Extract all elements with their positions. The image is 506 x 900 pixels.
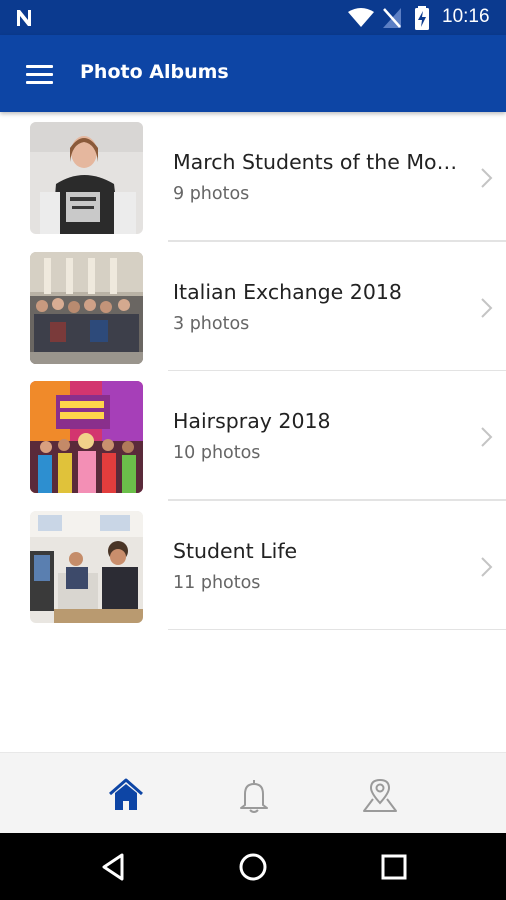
map-pin-icon <box>363 778 397 812</box>
album-row-march-students[interactable]: March Students of the Mo… 9 photos <box>0 112 506 242</box>
chevron-right-icon <box>481 556 493 577</box>
notification-n-icon <box>17 10 31 26</box>
nav-home[interactable] <box>106 775 146 815</box>
album-title: Student Life <box>173 538 298 563</box>
album-thumbnail <box>30 510 143 623</box>
menu-icon[interactable] <box>22 60 58 88</box>
album-photo-count: 10 photos <box>173 443 261 463</box>
album-title: March Students of the Mo… <box>173 150 458 174</box>
wifi-icon <box>348 8 374 27</box>
status-bar: 10:16 <box>0 0 506 35</box>
page-title: Photo Albums <box>80 61 229 83</box>
divider <box>168 628 506 630</box>
album-thumbnail <box>30 122 143 234</box>
album-list: March Students of the Mo… 9 photos Itali… <box>0 112 506 630</box>
home-circle-icon <box>239 853 267 881</box>
bottom-navigation <box>0 752 506 834</box>
status-time: 10:16 <box>442 6 490 27</box>
bell-icon <box>240 780 268 813</box>
album-title: Hairspray 2018 <box>173 409 331 433</box>
album-photo-count: 9 photos <box>173 184 250 204</box>
chevron-right-icon <box>481 297 493 318</box>
chevron-right-icon <box>481 168 493 188</box>
album-photo-count: 11 photos <box>173 572 261 593</box>
album-row-italian-exchange[interactable]: Italian Exchange 2018 3 photos <box>0 242 506 371</box>
battery-charging-icon <box>415 6 429 30</box>
home-icon <box>109 778 143 810</box>
album-title: Italian Exchange 2018 <box>173 279 402 304</box>
album-row-student-life[interactable]: Student Life 11 photos <box>0 501 506 630</box>
nav-map[interactable] <box>360 775 400 815</box>
signal-icon <box>383 8 401 28</box>
system-recents-button[interactable] <box>378 851 410 883</box>
system-back-button[interactable] <box>98 851 130 883</box>
system-home-button[interactable] <box>237 851 269 883</box>
album-row-hairspray[interactable]: Hairspray 2018 10 photos <box>0 371 506 501</box>
album-thumbnail <box>30 381 143 493</box>
back-triangle-icon <box>102 853 124 881</box>
chevron-right-icon <box>481 427 493 447</box>
recents-square-icon <box>381 854 407 880</box>
app-bar: Photo Albums <box>0 35 506 112</box>
album-photo-count: 3 photos <box>173 313 250 334</box>
album-thumbnail <box>30 251 143 364</box>
nav-notifications[interactable] <box>234 775 274 815</box>
system-navigation-bar <box>0 833 506 900</box>
